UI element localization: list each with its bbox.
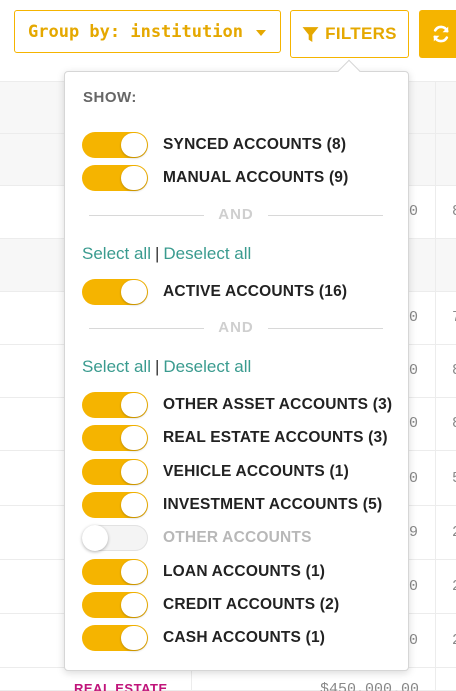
category-tag: REAL ESTATE [74,681,168,691]
table-cell: 5 [452,470,456,487]
table-cell: 2 [452,578,456,595]
toggle-switch[interactable] [82,492,148,518]
link-separator: | [154,357,160,376]
toggle-label: INVESTMENT ACCOUNTS (5) [163,496,383,513]
toggle-switch[interactable] [82,625,148,651]
table-cell: 2 [452,632,456,649]
table-cell: 8 [452,362,456,379]
deselect-all-link[interactable]: Deselect all [163,244,251,263]
toolbar: Group by: institution FILTERS [0,0,456,82]
column-divider [435,82,436,691]
toggle-label: OTHER ACCOUNTS [163,529,312,546]
select-all-link[interactable]: Select all [82,244,151,263]
table-cell: 8 [452,203,456,220]
toggle-switch[interactable] [82,165,148,191]
filters-button[interactable]: FILTERS [290,10,409,58]
toggle-real-estate-accounts[interactable]: REAL ESTATE ACCOUNTS (3) [82,425,388,451]
caret-down-icon [256,30,266,36]
group-by-select[interactable]: Group by: institution [14,10,281,53]
group-by-label: Group by: institution [28,21,243,42]
link-separator: | [154,244,160,263]
toggle-vehicle-accounts[interactable]: VEHICLE ACCOUNTS (1) [82,459,349,485]
table-cell: 0 [409,415,419,432]
table-cell: 0 [409,309,419,326]
table-cell: 0 [409,578,419,595]
filters-label: FILTERS [325,24,397,43]
amount-cell: $450,000.00 [320,681,420,691]
toggle-switch[interactable] [82,559,148,585]
select-links-group-2: Select all | Deselect all [82,244,251,264]
toggle-label: REAL ESTATE ACCOUNTS (3) [163,429,388,446]
toggle-switch[interactable] [82,279,148,305]
toggle-switch[interactable] [82,425,148,451]
toggle-investment-accounts[interactable]: INVESTMENT ACCOUNTS (5) [82,492,382,518]
show-title: SHOW: [83,89,137,106]
deselect-all-link[interactable]: Deselect all [163,357,251,376]
refresh-button[interactable] [419,10,456,58]
toggle-cash-accounts[interactable]: CASH ACCOUNTS (1) [82,625,325,651]
and-label: AND [218,319,254,336]
toggle-switch[interactable] [82,592,148,618]
toggle-other-asset-accounts[interactable]: OTHER ASSET ACCOUNTS (3) [82,392,392,418]
toggle-switch[interactable] [82,392,148,418]
toggle-switch[interactable] [82,459,148,485]
refresh-icon [433,25,449,43]
table-cell: 0 [409,362,419,379]
toggle-label: CREDIT ACCOUNTS (2) [163,596,340,613]
toggle-loan-accounts[interactable]: LOAN ACCOUNTS (1) [82,559,325,585]
table-cell: 2 [452,524,456,541]
toggle-label: CASH ACCOUNTS (1) [163,629,326,646]
toggle-manual-accounts[interactable]: MANUAL ACCOUNTS (9) [82,165,349,191]
toggle-active-accounts[interactable]: ACTIVE ACCOUNTS (16) [82,279,347,305]
filter-icon [302,26,319,42]
toggle-other-accounts[interactable]: OTHER ACCOUNTS [82,525,312,551]
toggle-label: MANUAL ACCOUNTS (9) [163,169,349,186]
toggle-credit-accounts[interactable]: CREDIT ACCOUNTS (2) [82,592,339,618]
toggle-label: LOAN ACCOUNTS (1) [163,563,326,580]
table-cell: 0 [409,203,419,220]
toggle-label: SYNCED ACCOUNTS (8) [163,136,347,153]
toggle-synced-accounts[interactable]: SYNCED ACCOUNTS (8) [82,132,346,158]
table-cell: 8 [452,415,456,432]
table-cell: 7 [452,309,456,326]
table-cell: 0 [409,632,419,649]
toggle-label: VEHICLE ACCOUNTS (1) [163,463,349,480]
and-label: AND [218,206,254,223]
and-divider: AND [89,205,383,225]
select-all-link[interactable]: Select all [82,357,151,376]
toggle-switch[interactable] [82,132,148,158]
select-links-group-3: Select all | Deselect all [82,357,251,377]
toggle-label: OTHER ASSET ACCOUNTS (3) [163,396,393,413]
table-cell: 9 [409,524,419,541]
toggle-switch[interactable] [82,525,148,551]
and-divider: AND [89,318,383,338]
table-cell: 0 [409,470,419,487]
toggle-label: ACTIVE ACCOUNTS (16) [163,283,348,300]
